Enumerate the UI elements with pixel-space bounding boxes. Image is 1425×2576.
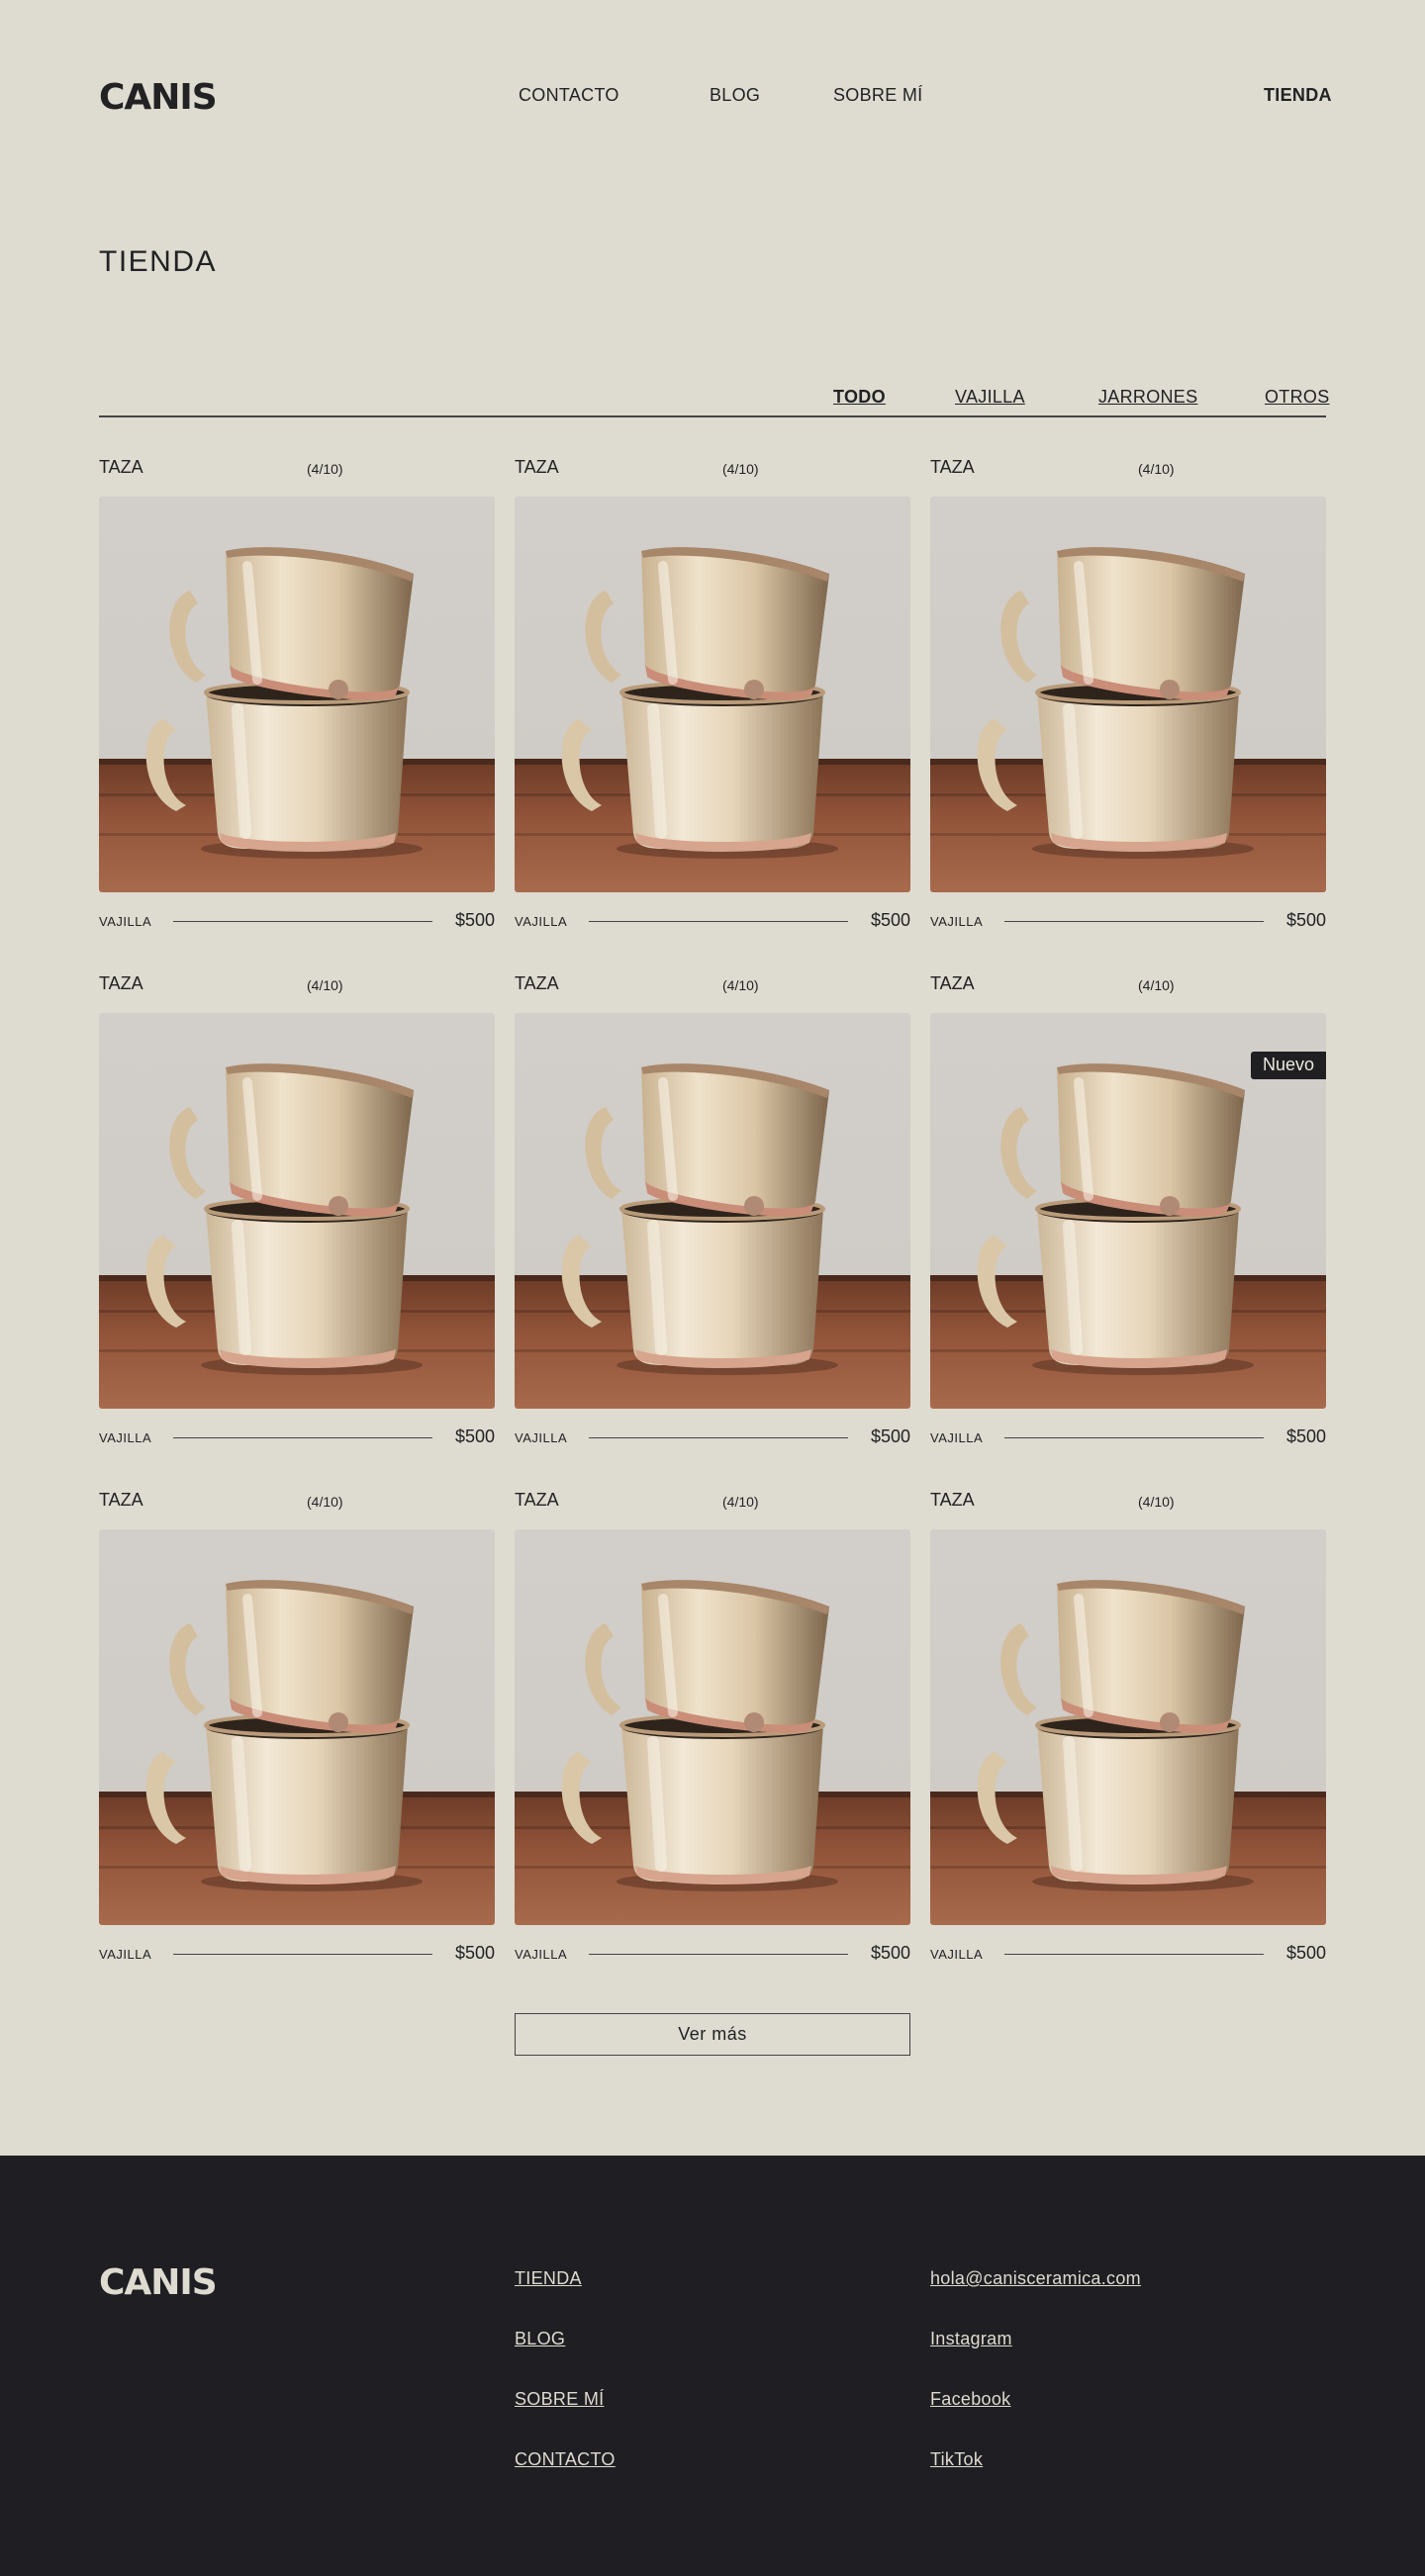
product-divider: [1004, 1954, 1264, 1955]
footer-contact: hola@canisceramica.com Instagram Faceboo…: [930, 2268, 1141, 2469]
product-price: $500: [1285, 1426, 1326, 1446]
product-image[interactable]: [99, 1529, 495, 1925]
product-stock: (4/10): [722, 1494, 759, 1510]
product-image[interactable]: [515, 1013, 910, 1409]
product-name: TAZA: [515, 973, 559, 993]
nav-link-tienda[interactable]: TIENDA: [1264, 85, 1332, 106]
product-divider: [1004, 1437, 1264, 1438]
product-category: VAJILLA: [930, 1430, 984, 1445]
product-divider: [173, 921, 432, 922]
page-title: TIENDA: [99, 245, 218, 278]
footer-link-email[interactable]: hola@canisceramica.com: [930, 2268, 1141, 2288]
footer-link-sobre-mi[interactable]: SOBRE MÍ: [515, 2389, 616, 2409]
product-image[interactable]: [99, 1013, 495, 1409]
product-price: $500: [454, 1943, 495, 1963]
product-card[interactable]: TAZA (4/10) VAJILLA $500: [99, 1490, 495, 1963]
filter-tab-jarrones[interactable]: JARRONES: [1098, 387, 1197, 408]
product-divider: [589, 1437, 848, 1438]
product-card[interactable]: TAZA (4/10) VAJILLA $500: [930, 457, 1326, 930]
product-price: $500: [1285, 910, 1326, 930]
product-image[interactable]: [99, 497, 495, 892]
product-divider: [589, 1954, 848, 1955]
product-stock: (4/10): [1138, 1494, 1175, 1510]
product-image[interactable]: [930, 497, 1326, 892]
product-stock: (4/10): [307, 1494, 343, 1510]
footer: CANIS TIENDA BLOG SOBRE MÍ CONTACTO hola…: [0, 2156, 1425, 2576]
nav-link-contacto[interactable]: CONTACTO: [519, 85, 619, 106]
product-category: VAJILLA: [515, 1947, 568, 1962]
product-category: VAJILLA: [515, 1430, 568, 1445]
product-name: TAZA: [930, 1490, 975, 1510]
product-price: $500: [454, 910, 495, 930]
product-price: $500: [1285, 1943, 1326, 1963]
product-image[interactable]: [515, 497, 910, 892]
new-badge: Nuevo: [1250, 1052, 1326, 1079]
product-card[interactable]: TAZA (4/10) VAJILLA $500: [515, 1490, 910, 1963]
stacked-mugs-photo: [930, 1529, 1326, 1925]
footer-link-tienda[interactable]: TIENDA: [515, 2268, 616, 2288]
footer-nav: TIENDA BLOG SOBRE MÍ CONTACTO: [515, 2268, 616, 2469]
product-stock: (4/10): [722, 977, 759, 993]
product-category: VAJILLA: [99, 1947, 152, 1962]
footer-link-instagram[interactable]: Instagram: [930, 2329, 1141, 2348]
product-divider: [1004, 921, 1264, 922]
stacked-mugs-photo: [99, 497, 495, 892]
footer-logo[interactable]: CANIS: [99, 2262, 218, 2303]
product-name: TAZA: [99, 457, 143, 477]
product-grid: TAZA (4/10) VAJILLA $500 TAZA (4/10) VAJ…: [99, 457, 1326, 1963]
product-card[interactable]: TAZA (4/10) VAJILLA $500: [99, 457, 495, 930]
page: CANIS CONTACTO BLOG SOBRE MÍ TIENDA TIEN…: [0, 0, 1425, 2576]
filter-tab-otros[interactable]: OTROS: [1265, 387, 1330, 408]
product-category: VAJILLA: [99, 914, 152, 929]
product-card[interactable]: TAZA (4/10) VAJILLA $500: [99, 973, 495, 1446]
nav-link-sobre-mi[interactable]: SOBRE MÍ: [833, 85, 922, 106]
footer-link-contacto[interactable]: CONTACTO: [515, 2449, 616, 2469]
product-category: VAJILLA: [515, 914, 568, 929]
stacked-mugs-photo: [515, 497, 910, 892]
product-name: TAZA: [99, 973, 143, 993]
product-divider: [589, 921, 848, 922]
product-price: $500: [870, 910, 910, 930]
product-image[interactable]: [930, 1529, 1326, 1925]
stacked-mugs-photo: [99, 1013, 495, 1409]
product-card[interactable]: TAZA (4/10) VAJILLA $500: [515, 973, 910, 1446]
nav-link-blog[interactable]: BLOG: [710, 85, 760, 106]
stacked-mugs-photo: [99, 1529, 495, 1925]
ver-mas-button[interactable]: Ver más: [515, 2013, 910, 2056]
filter-tab-vajilla[interactable]: VAJILLA: [955, 387, 1025, 408]
product-name: TAZA: [930, 973, 975, 993]
product-price: $500: [454, 1426, 495, 1446]
product-name: TAZA: [99, 1490, 143, 1510]
stacked-mugs-photo: [930, 497, 1326, 892]
product-price: $500: [870, 1426, 910, 1446]
product-stock: (4/10): [722, 461, 759, 477]
stacked-mugs-photo: [515, 1529, 910, 1925]
footer-link-facebook[interactable]: Facebook: [930, 2389, 1141, 2409]
product-card[interactable]: TAZA (4/10) VAJILLA $500: [930, 1490, 1326, 1963]
main-section: CANIS CONTACTO BLOG SOBRE MÍ TIENDA TIEN…: [0, 0, 1425, 2156]
filter-divider: [99, 415, 1326, 417]
product-price: $500: [870, 1943, 910, 1963]
product-name: TAZA: [930, 457, 975, 477]
product-name: TAZA: [515, 1490, 559, 1510]
product-image[interactable]: [515, 1529, 910, 1925]
product-name: TAZA: [515, 457, 559, 477]
product-stock: (4/10): [1138, 461, 1175, 477]
product-category: VAJILLA: [930, 914, 984, 929]
product-divider: [173, 1437, 432, 1438]
stacked-mugs-photo: [515, 1013, 910, 1409]
product-stock: (4/10): [307, 461, 343, 477]
product-divider: [173, 1954, 432, 1955]
product-stock: (4/10): [307, 977, 343, 993]
site-logo[interactable]: CANIS: [99, 77, 218, 118]
product-stock: (4/10): [1138, 977, 1175, 993]
product-card[interactable]: TAZA (4/10) VAJILLA $500: [515, 457, 910, 930]
product-category: VAJILLA: [99, 1430, 152, 1445]
footer-link-blog[interactable]: BLOG: [515, 2329, 616, 2348]
product-category: VAJILLA: [930, 1947, 984, 1962]
product-card[interactable]: TAZA (4/10) Nuevo VAJILLA $500: [930, 973, 1326, 1446]
footer-link-tiktok[interactable]: TikTok: [930, 2449, 1141, 2469]
filter-tab-todo[interactable]: TODO: [833, 387, 886, 408]
